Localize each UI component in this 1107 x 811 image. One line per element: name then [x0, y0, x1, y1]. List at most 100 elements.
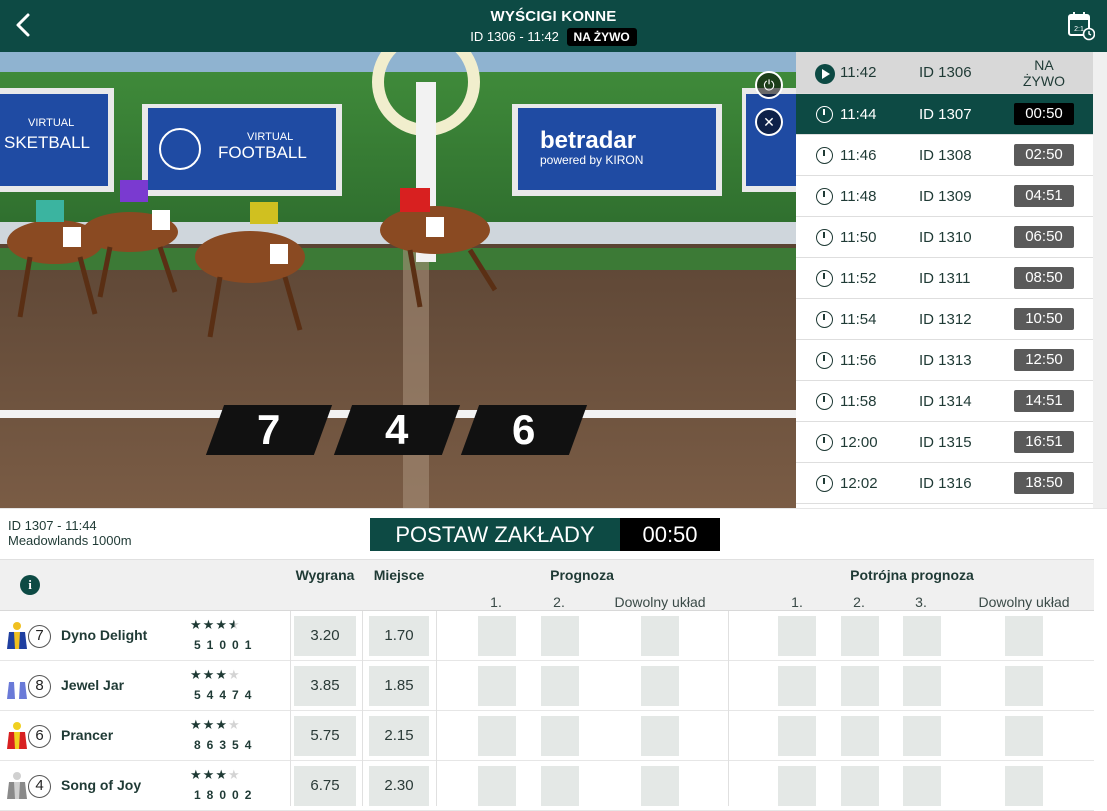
schedule-row[interactable]: 11:58 ID 1314 14:51 — [796, 381, 1093, 422]
race-venue: Meadowlands 1000m — [8, 533, 132, 548]
forecast-any-cell[interactable] — [641, 716, 679, 756]
schedule-row[interactable]: 11:56 ID 1313 12:50 — [796, 340, 1093, 381]
tricast-2nd-cell[interactable] — [841, 766, 879, 806]
svg-text:VIRTUAL: VIRTUAL — [28, 117, 74, 129]
schedule-row[interactable]: 12:00 ID 1315 16:51 — [796, 422, 1093, 463]
place-odds-button[interactable]: 1.85 — [369, 666, 429, 706]
clock-icon — [816, 434, 833, 451]
tricast-2nd-cell[interactable] — [841, 716, 879, 756]
schedule-row-live[interactable]: 11:42 ID 1306 NA ŻYWO — [796, 52, 1093, 94]
jockey-silk-icon — [7, 722, 27, 749]
calendar-results-icon[interactable]: 2:1 — [1067, 11, 1096, 41]
schedule-row[interactable]: 12:02 ID 1316 18:50 — [796, 463, 1093, 504]
clock-icon — [816, 311, 833, 328]
betting-timer: 00:50 — [620, 518, 720, 551]
runner-number: 8 — [28, 675, 51, 698]
star-icon: ★ — [215, 667, 228, 682]
svg-text:powered by KIRON: powered by KIRON — [540, 153, 643, 167]
tricast-3rd-cell[interactable] — [903, 666, 941, 706]
recent-form: 51001 — [194, 638, 258, 652]
countdown: 04:51 — [1014, 185, 1074, 207]
runner-name: Jewel Jar — [61, 677, 125, 693]
forecast-2nd-cell[interactable] — [541, 716, 579, 756]
tricast-any-cell[interactable] — [1005, 716, 1043, 756]
win-odds-button[interactable]: 3.20 — [294, 616, 356, 656]
clock-icon — [816, 106, 833, 123]
forecast-2nd-cell[interactable] — [541, 766, 579, 806]
place-odds-button[interactable]: 2.30 — [369, 766, 429, 806]
schedule-row[interactable]: 11:54 ID 1312 10:50 — [796, 299, 1093, 340]
forecast-1st-cell[interactable] — [478, 666, 516, 706]
live-status: NA ŻYWO — [1023, 57, 1065, 89]
schedule-row[interactable]: 11:52 ID 1311 08:50 — [796, 258, 1093, 299]
runner-name: Dyno Delight — [61, 627, 148, 643]
info-icon[interactable]: i — [20, 575, 40, 595]
tricast-1st-cell[interactable] — [778, 616, 816, 656]
race-details: ID 1307 - 11:44 Meadowlands 1000m — [8, 518, 132, 548]
race-info-bar: ID 1307 - 11:44 Meadowlands 1000m POSTAW… — [0, 508, 1107, 559]
tricast-any-cell[interactable] — [1005, 666, 1043, 706]
live-badge: NA ŻYWO — [566, 28, 637, 46]
current-race-id-time: ID 1306 - 11:42 — [470, 29, 559, 44]
runner-row: 8 Jewel Jar ★★★★ 54474 3.85 1.85 — [0, 661, 1094, 711]
rating-stars: ★★★★ — [190, 767, 241, 783]
star-icon: ★ — [227, 667, 241, 682]
star-icon: ★ — [202, 667, 216, 682]
win-odds-button[interactable]: 3.85 — [294, 666, 356, 706]
forecast-any-cell[interactable] — [641, 666, 679, 706]
tricast-1st-cell[interactable] — [778, 666, 816, 706]
tricast-any-cell[interactable] — [1005, 616, 1043, 656]
forecast-1st-cell[interactable] — [478, 766, 516, 806]
column-divider — [436, 611, 437, 806]
forecast-1st-cell[interactable] — [478, 616, 516, 656]
tricast-1st-cell[interactable] — [778, 716, 816, 756]
power-icon[interactable]: ⏻ — [755, 71, 783, 99]
tricast-2nd-cell[interactable] — [841, 666, 879, 706]
schedule-row[interactable]: 11:50 ID 1310 06:50 — [796, 217, 1093, 258]
forecast-any-cell[interactable] — [641, 616, 679, 656]
countdown: 14:51 — [1014, 390, 1074, 412]
race-schedule-list: 11:42 ID 1306 NA ŻYWO 11:44 ID 1307 00:5… — [796, 52, 1107, 508]
forecast-1st-cell[interactable] — [478, 716, 516, 756]
star-icon: ★ — [202, 617, 216, 632]
forecast-2nd-cell[interactable] — [541, 616, 579, 656]
tricast-2nd-cell[interactable] — [841, 616, 879, 656]
page-title: WYŚCIGI KONNE — [490, 8, 617, 25]
star-icon: ★ — [227, 617, 241, 632]
place-odds-button[interactable]: 2.15 — [369, 716, 429, 756]
win-odds-button[interactable]: 6.75 — [294, 766, 356, 806]
schedule-row[interactable]: 11:48 ID 1309 04:51 — [796, 176, 1093, 217]
win-odds-button[interactable]: 5.75 — [294, 716, 356, 756]
clock-icon — [816, 475, 833, 492]
recent-form: 54474 — [194, 688, 258, 702]
runner-row: 6 Prancer ★★★★ 86354 5.75 2.15 — [0, 711, 1094, 761]
mute-icon[interactable]: ✕ — [755, 108, 783, 136]
schedule-row[interactable]: 11:46 ID 1308 02:50 — [796, 135, 1093, 176]
rating-stars: ★★★★ — [190, 667, 241, 683]
tricast-sub-2: 2. — [853, 594, 865, 610]
tricast-any-cell[interactable] — [1005, 766, 1043, 806]
forecast-any-cell[interactable] — [641, 766, 679, 806]
race-video[interactable]: VIRTUAL SKETBALL VIRTUAL FOOTBALL betrad… — [0, 52, 796, 508]
tricast-3rd-cell[interactable] — [903, 616, 941, 656]
forecast-sub-any: Dowolny układ — [614, 594, 706, 610]
star-icon: ★ — [215, 767, 228, 782]
finish-position-3: 6 — [460, 405, 588, 455]
tricast-3rd-cell[interactable] — [903, 766, 941, 806]
recent-form: 86354 — [194, 738, 258, 752]
svg-text:VIRTUAL: VIRTUAL — [247, 131, 293, 143]
tricast-1st-cell[interactable] — [778, 766, 816, 806]
svg-text:SKETBALL: SKETBALL — [4, 133, 90, 152]
tricast-sub-any: Dowolny układ — [978, 594, 1070, 610]
clock-icon — [816, 147, 833, 164]
countdown: 16:51 — [1014, 431, 1074, 453]
clock-icon — [816, 352, 833, 369]
place-odds-button[interactable]: 1.70 — [369, 616, 429, 656]
col-place: Miejsce — [373, 567, 425, 583]
countdown: 00:50 — [1014, 103, 1074, 125]
star-icon: ★ — [190, 767, 203, 782]
forecast-2nd-cell[interactable] — [541, 666, 579, 706]
schedule-row-selected[interactable]: 11:44 ID 1307 00:50 — [796, 94, 1093, 135]
clock-icon — [816, 188, 833, 205]
tricast-3rd-cell[interactable] — [903, 716, 941, 756]
